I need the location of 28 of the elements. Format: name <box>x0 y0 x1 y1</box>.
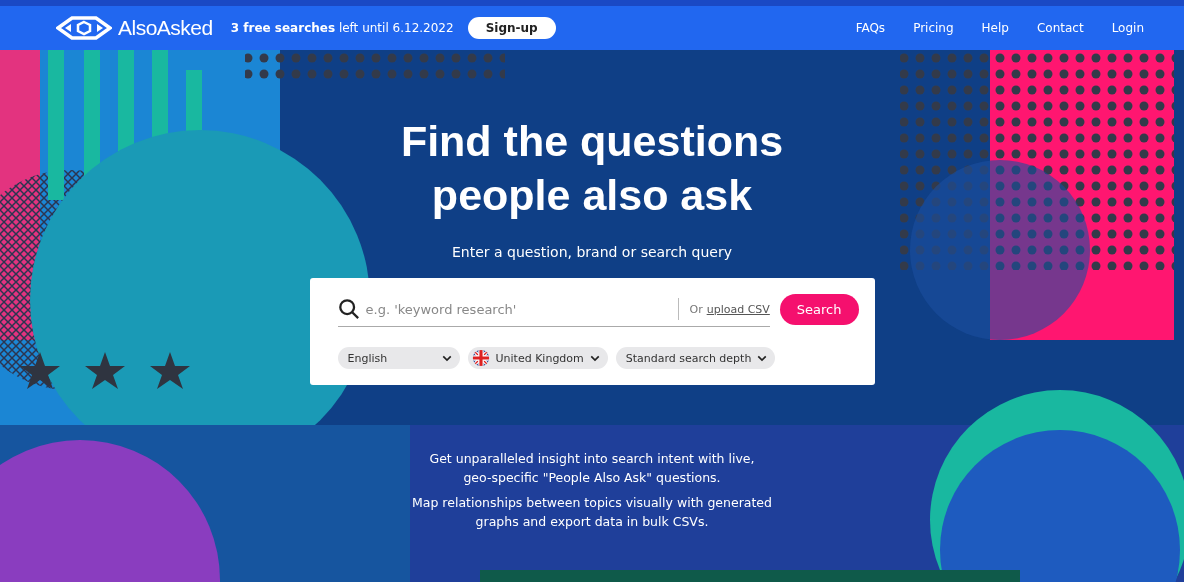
nav-link[interactable]: Login <box>1111 21 1144 35</box>
signup-button[interactable]: Sign-up <box>467 17 556 39</box>
flag-icon <box>471 349 490 367</box>
nav-link[interactable]: Contact <box>1036 21 1084 35</box>
chevron-down-icon <box>441 354 452 362</box>
chevron-down-icon <box>589 354 600 362</box>
search-button[interactable]: Search <box>779 294 859 325</box>
logo-icon <box>56 16 112 40</box>
brand-name: AlsoAsked <box>118 16 213 40</box>
dropdown[interactable]: Standard search depth <box>615 347 776 369</box>
star-icon <box>85 352 125 389</box>
chevron-down-icon <box>757 354 768 362</box>
upload-csv-link[interactable]: upload CSV <box>706 302 770 316</box>
nav-link[interactable]: Help <box>981 21 1009 35</box>
hero-title: Find the questions people also ask <box>400 116 784 221</box>
or-text: Or <box>689 302 703 316</box>
searches-left-text: 3 free searches left until 6.12.2022 <box>230 21 454 35</box>
nav-link[interactable]: Pricing <box>913 21 954 35</box>
search-icon <box>337 298 360 320</box>
search-field[interactable]: e.g. 'keyword research' Or upload CSV <box>337 292 770 327</box>
star-icon <box>150 352 190 389</box>
dropdown[interactable]: English <box>337 347 460 369</box>
nav-link[interactable]: FAQs <box>855 21 886 35</box>
description-text: Map relationships between topics visually with generated graphs and export data in bulk CSVs. <box>411 494 773 531</box>
hero-subtitle: Enter a question, brand or search query <box>452 244 732 260</box>
star-icon <box>20 352 60 389</box>
dropdown[interactable]: United Kingdom <box>467 347 608 369</box>
description-text: Get unparalleled insight into search intent with live, geo-specific "People Also Ask" questions. <box>428 450 756 487</box>
